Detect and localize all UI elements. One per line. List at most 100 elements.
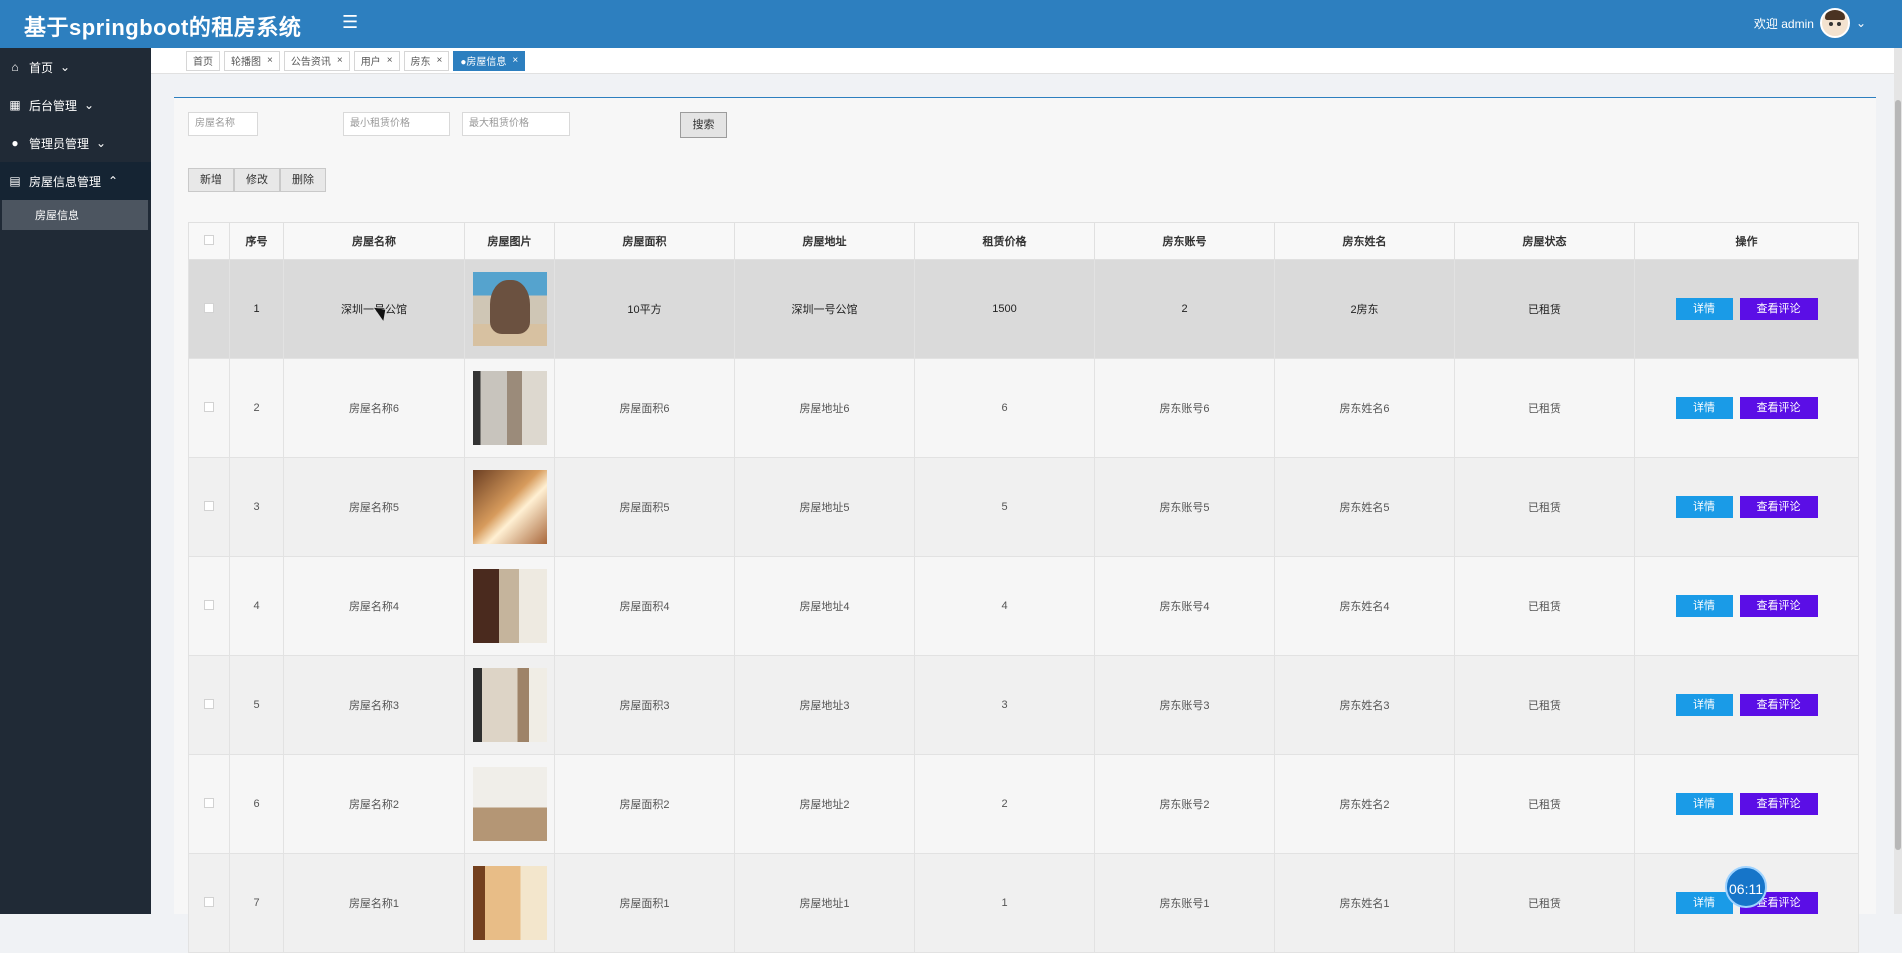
tab-carousel[interactable]: 轮播图 ×	[224, 50, 280, 71]
house-photo[interactable]	[472, 272, 547, 346]
row-select-cell[interactable]	[188, 754, 230, 854]
house-photo[interactable]	[472, 866, 547, 940]
scrollbar-thumb[interactable]	[1895, 100, 1901, 850]
detail-button[interactable]: 详情	[1675, 694, 1733, 716]
row-checkbox[interactable]	[204, 302, 214, 313]
chevron-down-icon[interactable]: ⌄	[1856, 16, 1866, 30]
sidebar-item-admin-management[interactable]: ● 管理员管理 ⌄	[0, 124, 151, 162]
column-header-actions: 操作	[1634, 222, 1859, 260]
add-button[interactable]: 新增	[188, 168, 234, 192]
close-icon[interactable]: ×	[387, 55, 393, 66]
table-row[interactable]: 3 房屋名称5 房屋面积5 房屋地址5 5 房东账号5 房东姓名5 已租赁 详情…	[188, 457, 1859, 557]
detail-button[interactable]: 详情	[1675, 397, 1733, 419]
top-navigation-bar: 基于springboot的租房系统 ☰ 欢迎 admin ⌄	[0, 0, 1902, 48]
row-select-cell[interactable]	[188, 853, 230, 953]
house-image-cell	[464, 358, 555, 458]
sidebar-item-house-information-management[interactable]: ▤ 房屋信息管理 ⌃	[0, 162, 151, 200]
menu-icon[interactable]: ☰	[342, 12, 358, 33]
house-address-cell: 房屋地址4	[734, 556, 915, 656]
house-photo[interactable]	[472, 668, 547, 742]
sidebar-item-backend-management[interactable]: ▦ 后台管理 ⌄	[0, 86, 151, 124]
vertical-scrollbar[interactable]	[1894, 48, 1902, 914]
user-menu[interactable]: 欢迎 admin ⌄	[1754, 8, 1866, 38]
edit-button[interactable]: 修改	[234, 168, 280, 192]
detail-button[interactable]: 详情	[1675, 793, 1733, 815]
row-select-cell[interactable]	[188, 457, 230, 557]
house-information-panel: 房屋名称 最小租赁价格 至 最大租赁价格 搜索 新增 修改 删除 序号 房屋名称…	[174, 97, 1876, 953]
house-name-cell: 房屋名称1	[283, 853, 465, 953]
sidebar-item-home[interactable]: ⌂ 首页 ⌄	[0, 48, 151, 86]
view-reviews-button[interactable]: 查看评论	[1739, 595, 1818, 617]
detail-button[interactable]: 详情	[1675, 496, 1733, 518]
detail-button[interactable]: 详情	[1675, 298, 1733, 320]
row-select-cell[interactable]	[188, 655, 230, 755]
house-name-cell: 房屋名称2	[283, 754, 465, 854]
row-select-cell[interactable]	[188, 358, 230, 458]
rental-price-cell: 5	[914, 457, 1095, 557]
search-filters: 房屋名称 最小租赁价格 至 最大租赁价格 搜索	[188, 112, 1788, 138]
row-index: 5	[229, 655, 284, 755]
house-information-table: 序号 房屋名称 房屋图片 房屋面积 房屋地址 租赁价格 房东账号 房东姓名 房屋…	[188, 222, 1859, 953]
house-photo[interactable]	[472, 371, 547, 445]
view-reviews-button[interactable]: 查看评论	[1739, 694, 1818, 716]
row-select-cell[interactable]	[188, 556, 230, 656]
tab-announcements[interactable]: 公告资讯 ×	[283, 50, 350, 71]
table-row[interactable]: 6 房屋名称2 房屋面积2 房屋地址2 2 房东账号2 房东姓名2 已租赁 详情…	[188, 754, 1859, 854]
view-reviews-button[interactable]: 查看评论	[1739, 298, 1818, 320]
table-row[interactable]: 4 房屋名称4 房屋面积4 房屋地址4 4 房东账号4 房东姓名4 已租赁 详情…	[188, 556, 1859, 656]
sidebar-subitem-house-information[interactable]: 房屋信息	[2, 200, 148, 230]
view-reviews-button[interactable]: 查看评论	[1739, 397, 1818, 419]
select-all-cell[interactable]	[188, 222, 230, 260]
table-row[interactable]: 5 房屋名称3 房屋面积3 房屋地址3 3 房东账号3 房东姓名3 已租赁 详情…	[188, 655, 1859, 755]
min-rental-price-input[interactable]: 最小租赁价格	[343, 112, 450, 136]
row-checkbox[interactable]	[204, 797, 214, 808]
table-row[interactable]: 2 房屋名称6 房屋面积6 房屋地址6 6 房东账号6 房东姓名6 已租赁 详情…	[188, 358, 1859, 458]
house-address-cell: 房屋地址2	[734, 754, 915, 854]
actions-cell: 详情 查看评论	[1634, 655, 1859, 755]
house-area-cell: 房屋面积3	[554, 655, 735, 755]
house-image-cell	[464, 655, 555, 755]
table-row[interactable]: 1 深圳一号公馆 10平方 深圳一号公馆 1500 2 2房东 已租赁 详情 查看…	[188, 259, 1859, 359]
actions-cell: 详情 查看评论	[1634, 259, 1859, 359]
row-select-cell[interactable]	[188, 259, 230, 359]
house-address-cell: 房屋地址6	[734, 358, 915, 458]
max-rental-price-input[interactable]: 最大租赁价格	[462, 112, 570, 136]
column-header-house-area: 房屋面积	[554, 222, 735, 260]
house-name-cell: 房屋名称3	[283, 655, 465, 755]
house-photo[interactable]	[472, 569, 547, 643]
avatar[interactable]	[1819, 8, 1850, 38]
close-icon[interactable]: ×	[337, 55, 343, 66]
tab-users[interactable]: 用户 ×	[353, 50, 400, 71]
house-name-input[interactable]: 房屋名称	[188, 112, 258, 136]
view-reviews-button[interactable]: 查看评论	[1739, 496, 1818, 518]
search-button[interactable]: 搜索	[680, 112, 727, 138]
row-checkbox[interactable]	[204, 896, 214, 907]
house-photo[interactable]	[472, 470, 547, 544]
house-photo[interactable]	[472, 767, 547, 841]
view-reviews-button[interactable]: 查看评论	[1739, 793, 1818, 815]
delete-button[interactable]: 删除	[280, 168, 326, 192]
house-image-cell	[464, 556, 555, 656]
detail-button[interactable]: 详情	[1675, 595, 1733, 617]
table-row[interactable]: 7 房屋名称1 房屋面积1 房屋地址1 1 房东账号1 房东姓名1 已租赁 详情…	[188, 853, 1859, 953]
close-icon[interactable]: ×	[512, 55, 518, 66]
row-index: 4	[229, 556, 284, 656]
house-address-cell: 房屋地址3	[734, 655, 915, 755]
detail-button[interactable]: 详情	[1675, 892, 1733, 914]
tab-landlords[interactable]: 房东 ×	[403, 50, 450, 71]
close-icon[interactable]: ×	[267, 55, 273, 66]
tab-house-information[interactable]: ●房屋信息 ×	[453, 50, 526, 71]
row-checkbox[interactable]	[204, 401, 214, 412]
row-checkbox[interactable]	[204, 500, 214, 511]
house-name-cell: 深圳一号公馆	[283, 259, 465, 359]
house-area-cell: 房屋面积1	[554, 853, 735, 953]
row-checkbox[interactable]	[204, 599, 214, 610]
house-area-cell: 房屋面积6	[554, 358, 735, 458]
select-all-checkbox[interactable]	[204, 234, 214, 245]
rental-price-cell: 2	[914, 754, 1095, 854]
close-icon[interactable]: ×	[437, 55, 443, 66]
row-checkbox[interactable]	[204, 698, 214, 709]
floating-timer[interactable]: 06:11	[1725, 866, 1767, 908]
tab-home[interactable]: 首页	[186, 50, 220, 71]
landlord-account-cell: 房东账号6	[1094, 358, 1275, 458]
